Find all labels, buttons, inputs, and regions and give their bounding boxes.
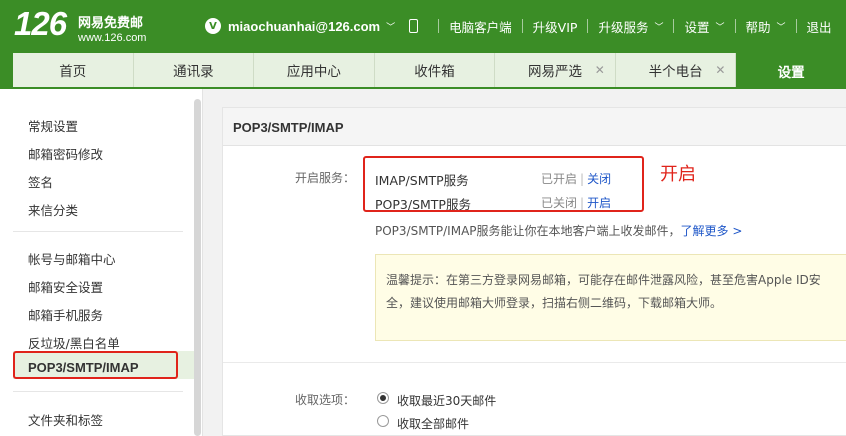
annotation-highlight-box [13,351,178,379]
warm-tip-box: 温馨提示：在第三方登录网易邮箱，可能存在邮件泄露风险，甚至危害Apple ID安… [375,254,846,341]
tab-label: 应用中心 [286,64,341,80]
learn-more-link[interactable]: 了解更多 > [681,224,743,238]
divider [795,19,797,33]
fetch-options-label: 收取选项： [295,393,356,407]
page-title: POP3/SMTP/IMAP [233,120,344,135]
close-icon[interactable]: ✕ [595,63,605,77]
sidebar-item-security[interactable]: 邮箱安全设置 [28,277,103,296]
main-content: POP3/SMTP/IMAP 开启服务： IMAP/SMTP服务 已开启 | 关闭 … [203,89,846,436]
settings-panel: POP3/SMTP/IMAP 开启服务： IMAP/SMTP服务 已开启 | 关闭 … [222,107,846,436]
tab-label: 首页 [59,64,87,80]
fetch-30-days-radio[interactable] [377,392,389,404]
divider [734,19,736,33]
close-icon[interactable]: ✕ [715,63,725,77]
chevron-down-icon[interactable]: ﹀ [715,20,724,33]
annotation-callout: 开启 [660,164,696,185]
annotation-highlight-box [363,156,644,212]
section-divider [223,362,846,363]
tab-yanxuan[interactable]: 网易严选 ✕ [495,53,616,87]
service-label: 开启服务： [295,171,356,185]
settings-sidebar: 常规设置 邮箱密码修改 签名 来信分类 帐号与邮箱中心 邮箱安全设置 邮箱手机服… [0,89,203,436]
description-text: POP3/SMTP/IMAP服务能让你在本地客户端上收发邮件， [375,224,681,238]
logo-domain: www.126.com [78,32,147,44]
user-email[interactable]: miaochuanhai@126.com [228,19,380,34]
tabs-edge [0,53,13,89]
logo-name: 网易免费邮 [78,16,144,31]
sidebar-divider [13,391,183,392]
divider [587,19,589,33]
tab-contacts[interactable]: 通讯录 [134,53,255,87]
upgrade-service-link[interactable]: 升级服务 [598,17,648,36]
tab-label: 通讯录 [173,64,214,80]
divider [521,19,523,33]
tab-settings[interactable]: 设置 [736,53,846,89]
sidebar-item-signature[interactable]: 签名 [28,172,53,191]
logo-number: 126 [14,5,67,42]
sidebar-item-mobile[interactable]: 邮箱手机服务 [28,305,103,324]
chevron-down-icon[interactable]: ﹀ [386,20,395,33]
chevron-down-icon[interactable]: ﹀ [654,20,663,33]
fetch-30-days-label[interactable]: 收取最近30天邮件 [397,392,496,409]
vip-avatar-icon[interactable]: V [205,18,221,34]
app-header: 126 网易免费邮 www.126.com V miaochuanhai@126… [0,0,846,53]
fetch-all-radio[interactable] [377,415,389,427]
logout-link[interactable]: 退出 [807,17,832,36]
sidebar-item-general[interactable]: 常规设置 [28,116,78,135]
panel-header: POP3/SMTP/IMAP [223,108,846,146]
sidebar-divider [13,231,183,232]
upgrade-vip-link[interactable]: 升级VIP [533,17,578,36]
tab-app-center[interactable]: 应用中心 [254,53,375,87]
divider [438,19,440,33]
sidebar-item-account-center[interactable]: 帐号与邮箱中心 [28,249,116,268]
chevron-down-icon[interactable]: ﹀ [777,20,786,33]
help-link[interactable]: 帮助 [746,17,771,36]
service-description: POP3/SMTP/IMAP服务能让你在本地客户端上收发邮件，了解更多 > [375,222,742,239]
tab-label: 半个电台 [648,64,703,80]
main-tabs: 首页 通讯录 应用中心 收件箱 网易严选 ✕ 半个电台 ✕ 设置 [13,53,846,89]
tab-home[interactable]: 首页 [13,53,134,87]
sidebar-item-folders[interactable]: 文件夹和标签 [28,410,103,429]
settings-link[interactable]: 设置 [684,17,709,36]
tab-inbox[interactable]: 收件箱 [375,53,496,87]
tab-label: 设置 [777,65,805,81]
sidebar-item-spam[interactable]: 反垃圾/黑白名单 [28,333,120,352]
sidebar-item-filters[interactable]: 来信分类 [28,200,78,219]
phone-icon[interactable] [409,19,419,33]
sidebar-item-password[interactable]: 邮箱密码修改 [28,144,103,163]
tip-text: 温馨提示：在第三方登录网易邮箱，可能存在邮件泄露风险，甚至危害Apple ID安… [386,273,821,310]
top-bar: V miaochuanhai@126.com ﹀ 电脑客户端 升级VIP 升级服… [205,16,832,36]
divider [673,19,675,33]
tab-label: 收件箱 [414,64,455,80]
fetch-all-label[interactable]: 收取全部邮件 [397,415,469,432]
desktop-client-link[interactable]: 电脑客户端 [449,17,512,36]
tab-label: 网易严选 [528,64,583,80]
sidebar-scrollbar[interactable] [194,99,201,436]
tab-radio[interactable]: 半个电台 ✕ [616,53,737,87]
